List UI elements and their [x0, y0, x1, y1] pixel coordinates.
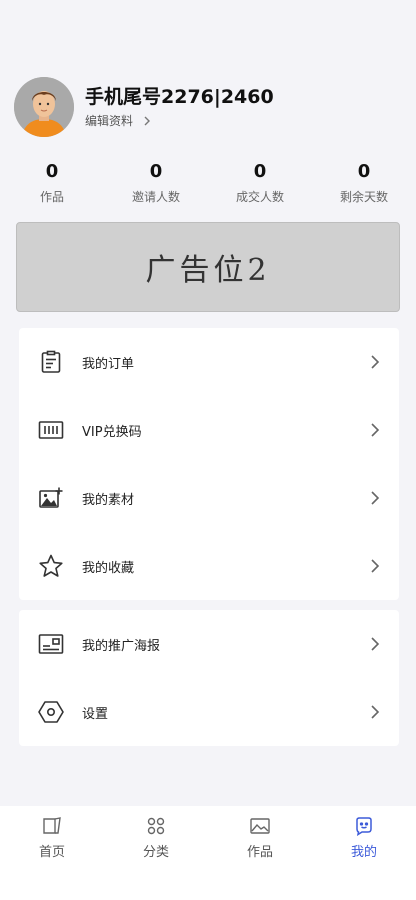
stat-deals[interactable]: 0 成交人数 [208, 160, 312, 205]
edit-profile-link[interactable]: 编辑资料 [85, 112, 274, 129]
tab-label: 分类 [142, 845, 169, 860]
stat-works[interactable]: 0 作品 [0, 160, 104, 205]
image-add-icon [37, 484, 65, 512]
grid-icon [147, 817, 165, 835]
picture-icon [250, 818, 270, 834]
settings-icon [37, 698, 65, 726]
tab-home[interactable]: 首页 [0, 806, 104, 900]
menu-item-orders[interactable]: 我的订单 [19, 328, 399, 396]
menu-group-secondary: 我的推广海报 设置 [19, 610, 399, 746]
tab-label: 作品 [246, 845, 273, 860]
menu-item-favorites[interactable]: 我的收藏 [19, 532, 399, 600]
username: 手机尾号2276|2460 [85, 86, 274, 108]
menu-label: VIP兑换码 [82, 424, 142, 440]
menu-label: 我的推广海报 [82, 638, 161, 654]
tab-label: 首页 [38, 845, 65, 860]
order-icon [37, 348, 65, 376]
chevron-right-icon [371, 491, 380, 505]
chevron-right-icon [371, 355, 380, 369]
chevron-right-icon [144, 116, 151, 125]
chevron-right-icon [371, 637, 380, 651]
chevron-right-icon [371, 705, 380, 719]
menu-label: 我的素材 [82, 492, 135, 508]
stat-label: 邀请人数 [131, 190, 180, 204]
stat-label: 成交人数 [235, 190, 284, 204]
barcode-icon [37, 416, 65, 444]
edit-profile-label: 编辑资料 [85, 114, 134, 128]
stat-label: 作品 [39, 190, 64, 204]
profile-text: 手机尾号2276|2460 编辑资料 [85, 85, 274, 129]
tab-label: 我的 [350, 845, 377, 860]
menu-item-settings[interactable]: 设置 [19, 678, 399, 746]
menu-item-vip-code[interactable]: VIP兑换码 [19, 396, 399, 464]
menu-label: 我的收藏 [82, 560, 135, 576]
stats-row: 0 作品 0 邀请人数 0 成交人数 0 剩余天数 [0, 160, 416, 205]
stat-value: 0 [357, 161, 371, 182]
chevron-right-icon [371, 559, 380, 573]
stat-value: 0 [253, 161, 267, 182]
menu-item-poster[interactable]: 我的推广海报 [19, 610, 399, 678]
menu-label: 设置 [82, 706, 109, 722]
stat-invites[interactable]: 0 邀请人数 [104, 160, 208, 205]
menu-group-primary: 我的订单 VIP兑换码 我的素材 我的收藏 [19, 328, 399, 600]
stat-label: 剩余天数 [339, 190, 388, 204]
profile-icon [356, 817, 372, 836]
home-icon [43, 817, 61, 834]
poster-icon [37, 630, 65, 658]
star-icon [37, 552, 65, 580]
profile-header: 手机尾号2276|2460 编辑资料 [14, 76, 274, 138]
menu-label: 我的订单 [82, 356, 135, 372]
menu-item-materials[interactable]: 我的素材 [19, 464, 399, 532]
chevron-right-icon [371, 423, 380, 437]
stat-value: 0 [45, 161, 59, 182]
tab-works[interactable]: 作品 [208, 806, 312, 900]
stat-value: 0 [149, 161, 163, 182]
stat-days-left[interactable]: 0 剩余天数 [312, 160, 416, 205]
tab-mine[interactable]: 我的 [312, 806, 416, 900]
avatar[interactable] [14, 77, 74, 137]
ad-banner[interactable]: 广告位2 [16, 222, 400, 312]
tab-category[interactable]: 分类 [104, 806, 208, 900]
bottom-tab-bar: 首页 分类 作品 我的 [0, 806, 416, 900]
